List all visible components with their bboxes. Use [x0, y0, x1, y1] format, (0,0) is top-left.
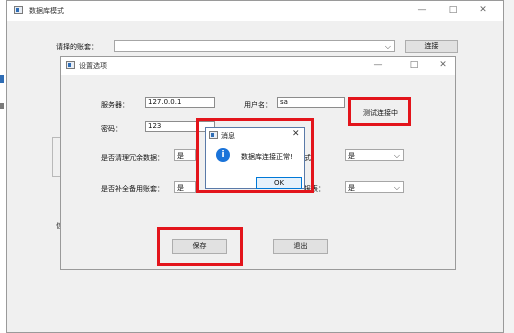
testing-status-text: 测试连接中	[363, 109, 398, 117]
clean-redundant-value: 是	[177, 152, 184, 160]
server-input[interactable]: 127.0.0.1	[145, 97, 215, 108]
clean-redundant-label: 是否清理冗余数据：	[101, 154, 164, 162]
message-box: 消息 ✕ i 数据库连接正常! OK	[205, 127, 305, 189]
minimize-icon[interactable]: —	[416, 4, 428, 16]
server-label: 服务器：	[101, 101, 129, 109]
right-combo-2-value: 是	[348, 184, 355, 192]
right-panel-edge	[503, 0, 514, 333]
username-label: 用户名：	[244, 101, 272, 109]
message-box-titlebar[interactable]: 消息 ✕	[206, 128, 304, 142]
exit-button[interactable]: 退出	[273, 239, 328, 254]
backup-all-select[interactable]: 是	[174, 181, 196, 193]
settings-app-icon	[66, 61, 75, 69]
maximize-icon[interactable]: □	[447, 4, 459, 16]
chevron-down-icon: ⌵	[384, 42, 391, 51]
backup-all-value: 是	[177, 184, 184, 192]
info-icon: i	[216, 148, 230, 162]
save-button-highlight	[157, 227, 243, 266]
left-marker	[0, 75, 4, 83]
password-label: 密码：	[101, 125, 122, 133]
chevron-down-icon: ⌵	[393, 183, 400, 192]
settings-maximize-icon[interactable]: □	[408, 59, 420, 71]
main-window-title: 数据库模式	[29, 7, 64, 15]
settings-title: 设置选项	[79, 62, 107, 70]
right-combo-1-value: 是	[348, 152, 355, 160]
ok-button[interactable]: OK	[256, 177, 302, 189]
db-select[interactable]: ⌵	[114, 40, 395, 52]
message-text: 数据库连接正常!	[241, 153, 293, 161]
app-icon	[14, 6, 23, 14]
close-icon[interactable]: ✕	[477, 4, 489, 16]
select-db-label: 请择的账套：	[56, 43, 98, 51]
username-input[interactable]: sa	[277, 97, 345, 108]
right-combo-1[interactable]: 是 ⌵	[345, 149, 404, 161]
message-box-icon	[209, 131, 218, 139]
clean-redundant-select[interactable]: 是	[174, 149, 196, 161]
settings-close-icon[interactable]: ✕	[437, 59, 449, 71]
backup-all-label: 是否补全备用账套：	[101, 185, 164, 193]
message-box-title: 消息	[221, 132, 235, 140]
settings-titlebar[interactable]: 设置选项 — □ ✕	[61, 57, 455, 75]
left-marker-2	[0, 103, 4, 109]
right-combo-2[interactable]: 是 ⌵	[345, 181, 404, 193]
chevron-down-icon: ⌵	[393, 151, 400, 160]
message-box-close-icon[interactable]: ✕	[292, 129, 300, 139]
main-titlebar[interactable]: 数据库模式 — □ ✕	[7, 1, 503, 21]
connect-button[interactable]: 连接	[405, 40, 458, 53]
settings-minimize-icon[interactable]: —	[372, 59, 384, 71]
